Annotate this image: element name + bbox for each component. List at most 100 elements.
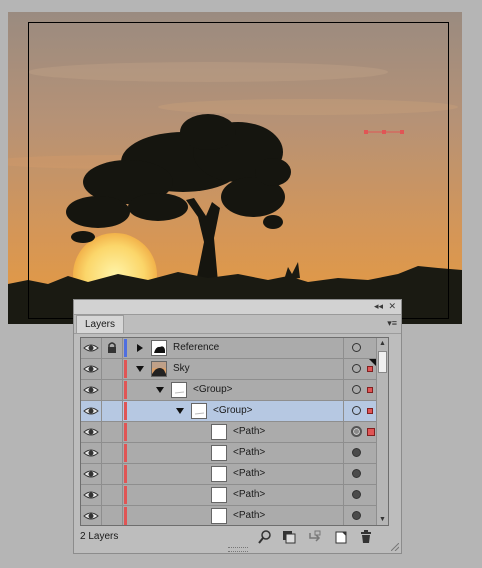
layer-color-indicator	[124, 486, 127, 504]
visibility-toggle[interactable]	[81, 443, 102, 463]
layer-row[interactable]: Reference	[81, 338, 377, 359]
layer-name: <Path>	[233, 489, 266, 500]
layer-thumbnail	[171, 382, 187, 398]
layer-row[interactable]: <Path>	[81, 506, 377, 525]
layers-list: Reference Sky <Group> <Group> <Path> <Path> <P…	[80, 337, 389, 526]
layer-row[interactable]: <Path>	[81, 443, 377, 464]
layer-name: <Group>	[213, 405, 253, 416]
layer-row[interactable]: <Path>	[81, 422, 377, 443]
appearance-target-icon[interactable]	[352, 511, 361, 520]
selection-indicator-square[interactable]	[367, 408, 373, 414]
layer-color-indicator	[124, 465, 127, 483]
target-column	[343, 380, 378, 400]
lock-toggle[interactable]	[102, 338, 123, 358]
lock-toggle[interactable]	[102, 422, 123, 442]
lock-toggle[interactable]	[102, 443, 123, 463]
target-column	[343, 359, 378, 379]
scroll-down-arrow-icon[interactable]: ▼	[377, 514, 388, 525]
make-clipping-mask-icon[interactable]	[281, 529, 297, 545]
selection-indicator-square[interactable]	[367, 428, 375, 436]
selection-indicator-square[interactable]	[367, 387, 373, 393]
eye-icon	[83, 470, 99, 478]
layer-name: <Path>	[233, 447, 266, 458]
create-layer-icon[interactable]	[333, 529, 349, 545]
appearance-target-icon[interactable]	[352, 448, 361, 457]
panel-menu-icon[interactable]: ▾≡	[387, 318, 397, 329]
double-chevron-icon[interactable]: ◂◂	[374, 301, 383, 312]
locate-object-icon[interactable]	[257, 529, 273, 545]
target-column	[343, 443, 378, 463]
visibility-toggle[interactable]	[81, 485, 102, 505]
lock-icon	[108, 342, 116, 353]
appearance-target-icon[interactable]	[352, 406, 361, 415]
resize-handle-icon[interactable]	[391, 543, 399, 551]
layer-thumbnail	[151, 340, 167, 356]
layer-row[interactable]: <Group>	[81, 380, 377, 401]
layer-thumbnail	[211, 445, 227, 461]
appearance-target-icon[interactable]	[352, 490, 361, 499]
layer-row[interactable]: <Path>	[81, 485, 377, 506]
scrollbar-thumb[interactable]	[378, 351, 387, 373]
layer-row[interactable]: Sky	[81, 359, 377, 380]
eye-icon	[83, 344, 99, 352]
trash-icon[interactable]	[358, 529, 374, 545]
lock-toggle[interactable]	[102, 464, 123, 484]
artwork-canvas[interactable]	[8, 12, 462, 324]
sunset-tree-artwork	[8, 12, 462, 324]
expand-triangle-down-icon[interactable]	[135, 364, 145, 374]
target-column	[343, 338, 378, 358]
scroll-up-arrow-icon[interactable]: ▲	[377, 338, 388, 349]
layer-row[interactable]: <Path>	[81, 464, 377, 485]
visibility-toggle[interactable]	[81, 464, 102, 484]
panel-title-bar[interactable]: ◂◂ ✕	[74, 300, 401, 315]
appearance-target-icon[interactable]	[352, 385, 361, 394]
lock-toggle[interactable]	[102, 380, 123, 400]
layer-count: 2 Layers	[80, 531, 119, 542]
lock-toggle[interactable]	[102, 506, 123, 525]
layer-name: <Path>	[233, 426, 266, 437]
layer-thumbnail	[151, 361, 167, 377]
eye-icon	[83, 365, 99, 373]
panel-footer: 2 Layers	[74, 525, 401, 553]
eye-icon	[83, 491, 99, 499]
visibility-toggle[interactable]	[81, 380, 102, 400]
visibility-toggle[interactable]	[81, 401, 102, 421]
eye-icon	[83, 407, 99, 415]
layer-thumbnail	[211, 487, 227, 503]
lock-toggle[interactable]	[102, 401, 123, 421]
expand-triangle-right-icon[interactable]	[135, 343, 145, 353]
layer-name: Reference	[173, 342, 220, 353]
layer-thumbnail	[211, 466, 227, 482]
lock-toggle[interactable]	[102, 359, 123, 379]
appearance-target-icon[interactable]	[352, 469, 361, 478]
scrollbar[interactable]: ▲ ▼	[376, 338, 388, 525]
lock-toggle[interactable]	[102, 485, 123, 505]
layer-color-indicator	[124, 444, 127, 462]
eye-icon	[83, 449, 99, 457]
visibility-toggle[interactable]	[81, 506, 102, 525]
visibility-toggle[interactable]	[81, 338, 102, 358]
appearance-target-icon[interactable]	[351, 426, 362, 437]
selection-indicator-square[interactable]	[367, 366, 373, 372]
panel-resize-grip[interactable]	[228, 547, 248, 552]
tab-layers[interactable]: Layers	[76, 315, 125, 333]
appearance-target-icon[interactable]	[352, 364, 361, 373]
selected-path-anchor-points[interactable]	[364, 130, 404, 134]
target-column	[343, 401, 378, 421]
create-sublayer-icon[interactable]	[306, 529, 322, 545]
close-icon[interactable]: ✕	[388, 301, 396, 312]
target-column	[343, 464, 378, 484]
visibility-toggle[interactable]	[81, 359, 102, 379]
layer-color-indicator	[124, 423, 127, 441]
layer-name: <Group>	[193, 384, 233, 395]
layer-thumbnail	[191, 403, 207, 419]
layer-row[interactable]: <Group>	[81, 401, 377, 422]
layer-color-indicator	[124, 339, 127, 357]
layer-name: Sky	[173, 363, 190, 374]
appearance-target-icon[interactable]	[352, 343, 361, 352]
expand-triangle-down-icon[interactable]	[175, 406, 185, 416]
visibility-toggle[interactable]	[81, 422, 102, 442]
expand-triangle-down-icon[interactable]	[155, 385, 165, 395]
target-column	[343, 422, 378, 442]
layer-color-indicator	[124, 402, 127, 420]
